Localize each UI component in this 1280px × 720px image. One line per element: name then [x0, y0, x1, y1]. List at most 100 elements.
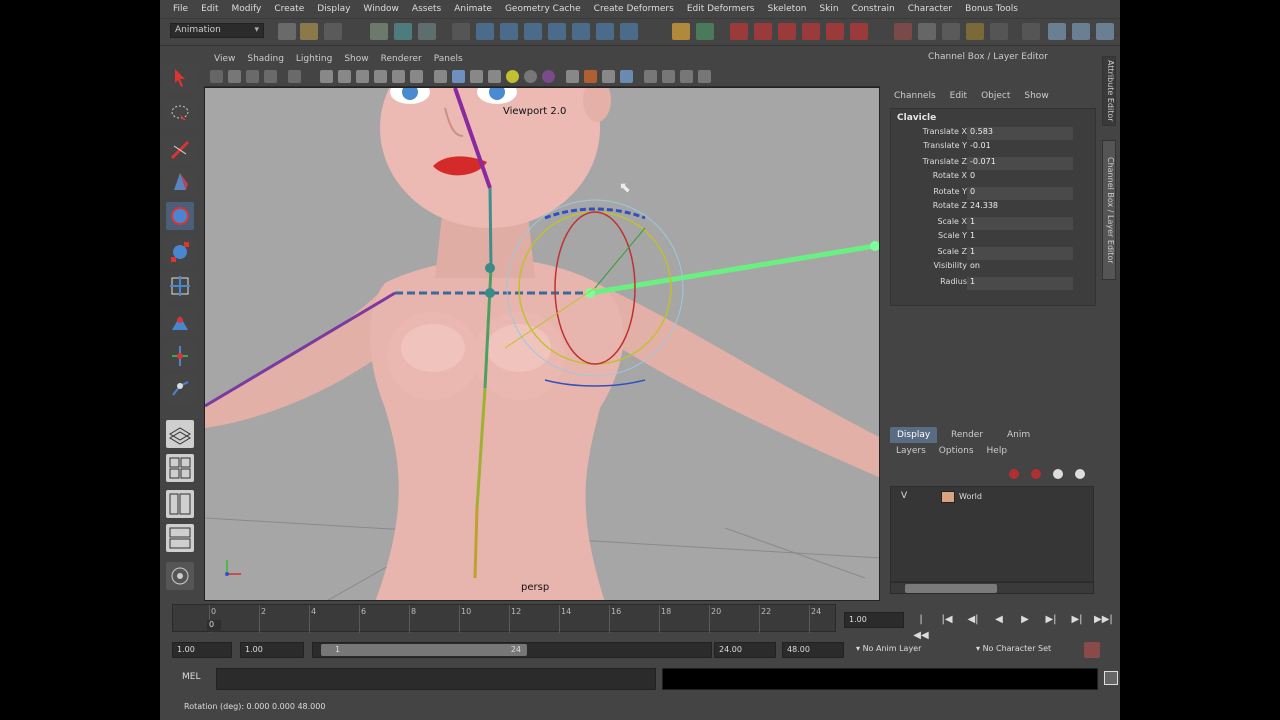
go-to-end-icon[interactable]: ▶▶|: [1094, 612, 1113, 628]
time-slider[interactable]: 0 2 4 6 8 10 12 14 16 18 20 22 24 0: [172, 604, 836, 633]
shadows-icon[interactable]: [524, 70, 537, 83]
attr-value[interactable]: 0.583: [967, 127, 1073, 140]
toggle-modeling-toolkit-icon[interactable]: [894, 23, 912, 40]
attr-value[interactable]: -0.071: [967, 157, 1073, 170]
attr-value[interactable]: 1: [967, 277, 1073, 290]
menu-modify[interactable]: Modify: [227, 4, 270, 14]
menu-geometry-cache[interactable]: Geometry Cache: [500, 4, 589, 14]
xray-icon[interactable]: [644, 70, 657, 83]
layer-list-scrollbar[interactable]: [890, 582, 1094, 594]
xray-joints-icon[interactable]: [662, 70, 675, 83]
menu-character[interactable]: Character: [903, 4, 960, 14]
play-backward-icon[interactable]: ◀: [990, 612, 1008, 628]
le-menu-options[interactable]: Options: [935, 446, 983, 460]
screen-space-ao-icon[interactable]: [542, 70, 555, 83]
select-tool-icon[interactable]: [166, 64, 194, 92]
new-scene-icon[interactable]: [278, 23, 296, 40]
menu-skin[interactable]: Skin: [814, 4, 846, 14]
render-icon[interactable]: [730, 23, 748, 40]
panel-menu-renderer[interactable]: Renderer: [377, 54, 430, 64]
attr-row[interactable]: Visibility on: [891, 261, 1097, 275]
attr-row[interactable]: Translate Y -0.01: [891, 141, 1097, 155]
layer-color-swatch[interactable]: [941, 491, 955, 503]
toggle-tool-settings-icon[interactable]: [942, 23, 960, 40]
move-tool-icon[interactable]: [166, 168, 194, 196]
film-gate-icon[interactable]: [320, 70, 333, 83]
attribute-toggle-icon[interactable]: [1096, 23, 1114, 40]
attr-row[interactable]: Translate X 0.583: [891, 127, 1097, 141]
attr-row[interactable]: Scale Z1: [891, 247, 1097, 261]
menu-skeleton[interactable]: Skeleton: [763, 4, 815, 14]
range-slider-thumb[interactable]: 1 24: [321, 644, 527, 656]
gate-mask-icon[interactable]: [356, 70, 369, 83]
grid-toggle-icon[interactable]: [288, 70, 301, 83]
persp-outliner-layout-icon[interactable]: [166, 490, 194, 518]
menu-display[interactable]: Display: [312, 4, 358, 14]
rotate-tool-icon[interactable]: [166, 202, 194, 230]
sidebar-toggle-icon[interactable]: [990, 23, 1008, 40]
le-menu-layers[interactable]: Layers: [892, 446, 935, 460]
render-settings-icon[interactable]: [778, 23, 796, 40]
four-view-layout-icon[interactable]: [166, 454, 194, 482]
select-component-icon[interactable]: [418, 23, 436, 40]
isolate-select-icon[interactable]: [620, 70, 633, 83]
menu-set-dropdown[interactable]: Animation ▾: [170, 23, 264, 38]
playback-start-field[interactable]: 1.00: [240, 642, 304, 658]
go-to-start-icon[interactable]: |◀◀: [912, 612, 930, 641]
tab-render[interactable]: Render: [944, 427, 990, 443]
menu-edit[interactable]: Edit: [196, 4, 226, 14]
camera-select-icon[interactable]: [210, 70, 223, 83]
wireframe-on-shaded-icon[interactable]: [470, 70, 483, 83]
current-time-field[interactable]: 1.00: [844, 612, 904, 628]
bookmark-icon[interactable]: [246, 70, 259, 83]
open-scene-icon[interactable]: [300, 23, 318, 40]
selected-object-name[interactable]: Clavicle: [897, 113, 936, 123]
paint-select-tool-icon[interactable]: [166, 136, 194, 164]
outliner-icon[interactable]: [166, 562, 194, 590]
menu-animate[interactable]: Animate: [449, 4, 500, 14]
anim-layer-dropdown[interactable]: ▾ No Anim Layer: [852, 642, 972, 658]
snap-point-icon[interactable]: [500, 23, 518, 40]
smooth-shade-icon[interactable]: [452, 70, 465, 83]
cb-menu-edit[interactable]: Edit: [946, 91, 977, 101]
panel-menu-lighting[interactable]: Lighting: [292, 54, 340, 64]
image-plane-icon[interactable]: [264, 70, 277, 83]
persp-graph-layout-icon[interactable]: [166, 524, 194, 552]
camera-attributes-icon[interactable]: [228, 70, 241, 83]
render-view-icon[interactable]: [826, 23, 844, 40]
layer-row[interactable]: V World: [893, 489, 1091, 505]
range-slider[interactable]: 1 24: [312, 642, 712, 658]
motion-blur-icon[interactable]: [566, 70, 579, 83]
select-object-icon[interactable]: [394, 23, 412, 40]
panel-menu-view[interactable]: View: [210, 54, 243, 64]
menu-create-deformers[interactable]: Create Deformers: [589, 4, 682, 14]
lasso-tool-icon[interactable]: [166, 100, 194, 128]
le-menu-help[interactable]: Help: [983, 446, 1017, 460]
snap-surface-icon[interactable]: [548, 23, 566, 40]
menu-assets[interactable]: Assets: [407, 4, 449, 14]
step-back-frame-icon[interactable]: |◀: [938, 612, 956, 628]
snap-plane-icon[interactable]: [524, 23, 542, 40]
layer-name[interactable]: World: [959, 492, 982, 501]
safe-action-icon[interactable]: [392, 70, 405, 83]
save-scene-icon[interactable]: [324, 23, 342, 40]
output-icon[interactable]: [696, 23, 714, 40]
snap-view-icon[interactable]: [572, 23, 590, 40]
panel-menu-show[interactable]: Show: [340, 54, 376, 64]
use-all-lights-icon[interactable]: [506, 70, 519, 83]
ipr-render-icon[interactable]: [754, 23, 772, 40]
menu-file[interactable]: File: [168, 4, 196, 14]
snap-grid-icon[interactable]: [452, 23, 470, 40]
attr-row[interactable]: Scale X1: [891, 217, 1097, 231]
toggle-character-controls-icon[interactable]: [918, 23, 936, 40]
attr-value[interactable]: -0.01: [967, 141, 1073, 154]
input-lock-icon[interactable]: [672, 23, 690, 40]
attr-value[interactable]: 24.338: [967, 201, 1073, 214]
command-language-label[interactable]: MEL: [182, 672, 200, 682]
cb-menu-object[interactable]: Object: [977, 91, 1020, 101]
menu-window[interactable]: Window: [358, 4, 407, 14]
animation-start-field[interactable]: 1.00: [172, 642, 232, 658]
wireframe-icon[interactable]: [434, 70, 447, 83]
attr-value[interactable]: 1: [967, 231, 1073, 244]
attr-value[interactable]: 0: [967, 187, 1073, 200]
